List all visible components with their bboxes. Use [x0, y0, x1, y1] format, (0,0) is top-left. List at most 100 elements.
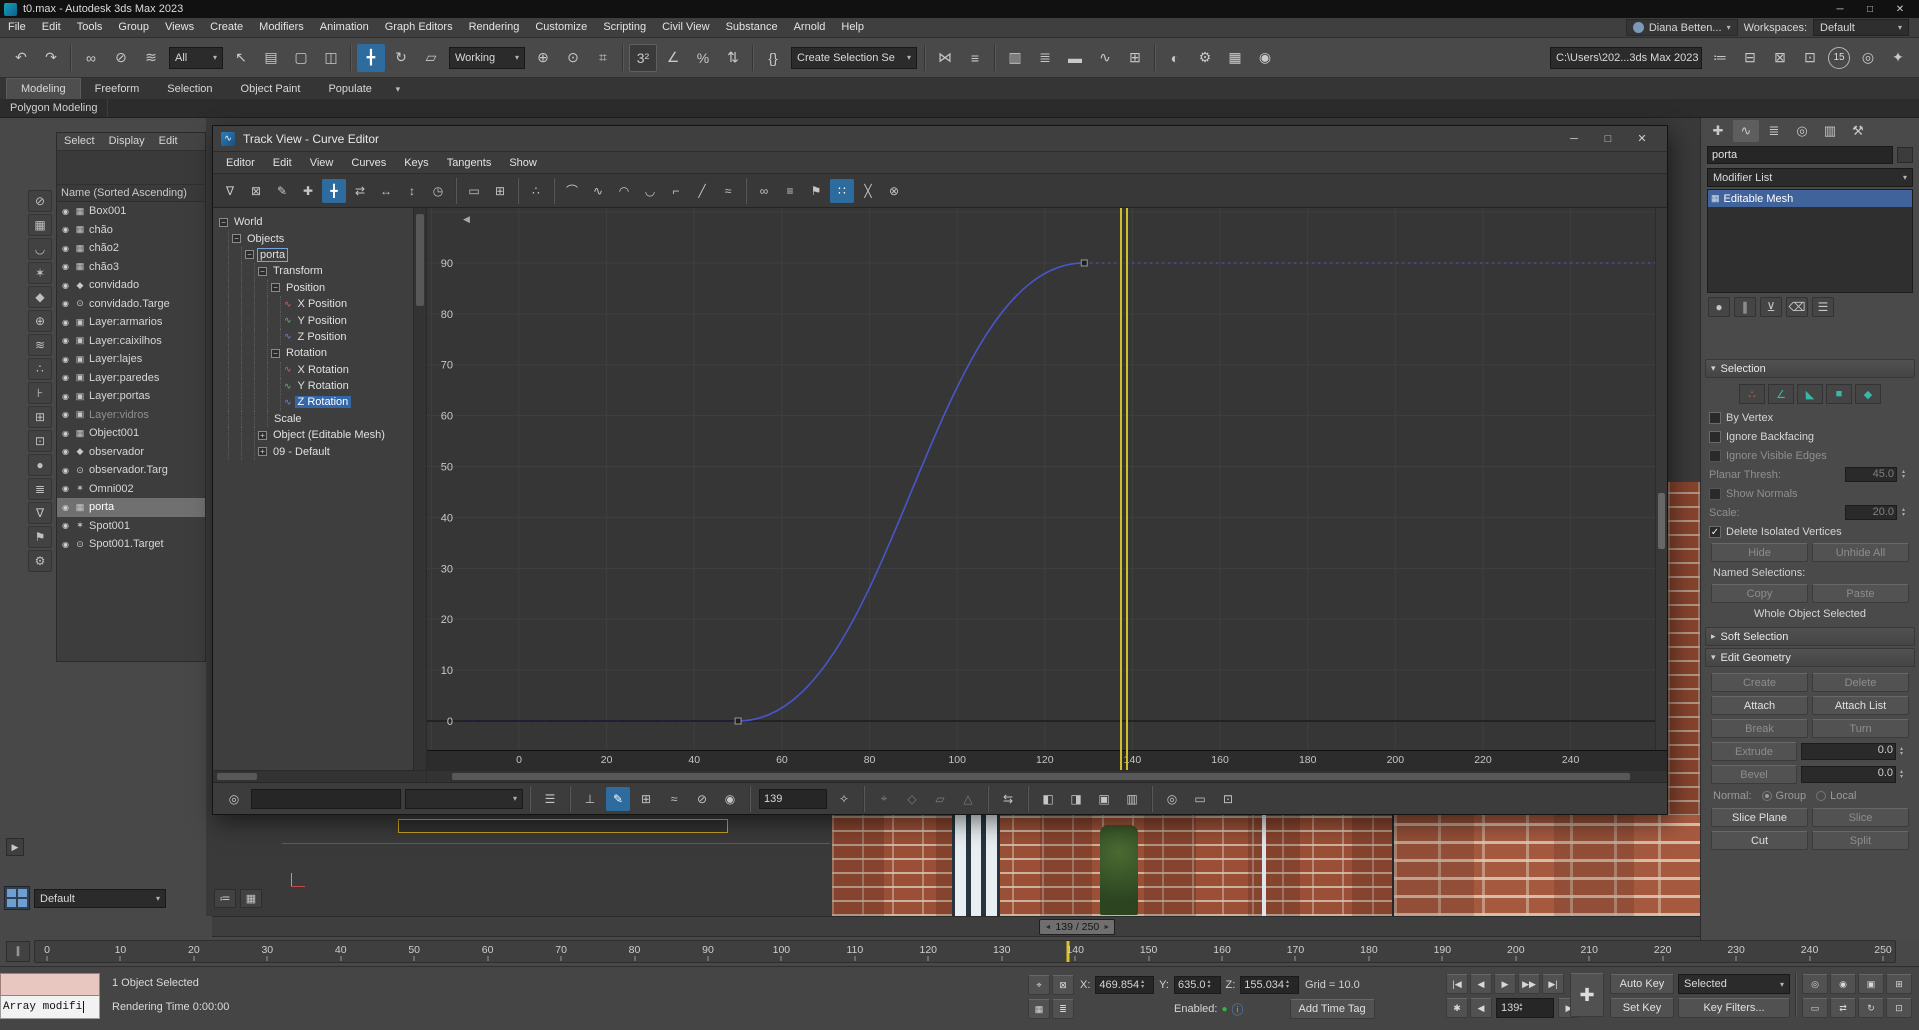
- ribbon-tab-populate[interactable]: Populate: [314, 79, 385, 99]
- set-key-button[interactable]: Set Key: [1610, 998, 1674, 1018]
- zoom-extents-all-button[interactable]: ⊞: [1886, 974, 1912, 994]
- toggle-ribbon-button[interactable]: ▬: [1061, 44, 1089, 72]
- scale-values-button[interactable]: ↕: [400, 179, 424, 203]
- track-hierarchy-panel[interactable]: −World−Objects−porta−Transform−Position∿…: [213, 208, 413, 770]
- tv-menu-view[interactable]: View: [301, 157, 343, 169]
- scene-object-row-observador[interactable]: ◉◆observador: [57, 443, 205, 462]
- select-and-scale-button[interactable]: ▱: [417, 44, 445, 72]
- maximize-viewport-toggle[interactable]: ⊡: [1886, 998, 1912, 1018]
- key-set-dropdown[interactable]: Selected ▾: [1678, 974, 1790, 994]
- motion-tab[interactable]: ◎: [1789, 120, 1815, 142]
- track-row-world[interactable]: −World: [213, 214, 413, 230]
- eye-icon[interactable]: ◉: [60, 373, 71, 382]
- eye-icon[interactable]: ◉: [60, 355, 71, 364]
- tree-expander[interactable]: −: [258, 267, 267, 276]
- spinner-scale[interactable]: 20.0: [1845, 505, 1897, 520]
- percent-snap-toggle[interactable]: %: [689, 44, 717, 72]
- eye-icon[interactable]: ◉: [60, 484, 71, 493]
- tv-menu-editor[interactable]: Editor: [217, 157, 264, 169]
- use-pivot-point-center-button[interactable]: ⊕: [529, 44, 557, 72]
- display-spacewarps-icon[interactable]: ≋: [28, 334, 52, 356]
- next-frame-button[interactable]: ▶▶: [1518, 974, 1540, 994]
- select-object-button[interactable]: ↖: [227, 44, 255, 72]
- workspace-dropdown[interactable]: Default ▾: [1813, 19, 1909, 36]
- filter-curves-button[interactable]: ∇: [218, 179, 242, 203]
- checkbox-delete-isolated-vertices[interactable]: ✓: [1709, 526, 1721, 538]
- time-slider-handle[interactable]: ◄ 139 / 250 ►: [1039, 919, 1115, 935]
- scene-object-row-layer-lajes[interactable]: ◉▣Layer:lajes: [57, 350, 205, 369]
- select-by-name-button[interactable]: ▤: [257, 44, 285, 72]
- bind-to-space-warp-button[interactable]: ≋: [137, 44, 165, 72]
- play-animation-button[interactable]: ▶: [1494, 974, 1516, 994]
- region-select-button[interactable]: ◇: [900, 787, 924, 811]
- display-shapes-icon[interactable]: ◡: [28, 238, 52, 260]
- viewport-bottom-strip[interactable]: [212, 815, 1700, 916]
- close-button[interactable]: ✕: [1625, 127, 1659, 151]
- pin-button[interactable]: [1897, 147, 1913, 163]
- open-mini-curve-editor-button[interactable]: ∥: [6, 941, 30, 962]
- eye-icon[interactable]: ◉: [60, 410, 71, 419]
- info-icon[interactable]: ⓘ: [1231, 1001, 1243, 1018]
- display-cameras-icon[interactable]: ◆: [28, 286, 52, 308]
- track-row-y-position[interactable]: ∿Y Position: [213, 312, 413, 328]
- key-mode-toggle[interactable]: ✱: [1446, 998, 1468, 1018]
- selection-lock-toggle[interactable]: ⊠: [1052, 975, 1074, 995]
- display-groups-icon[interactable]: ⊞: [28, 406, 52, 428]
- curve-graph-area[interactable]: 9080706050403020100 ◀: [427, 208, 1667, 750]
- viewport-camera[interactable]: [832, 815, 1392, 916]
- auto-key-button[interactable]: Auto Key: [1610, 974, 1674, 994]
- track-row-transform[interactable]: −Transform: [213, 263, 413, 279]
- rollout-soft-selection-header[interactable]: ▸ Soft Selection: [1705, 627, 1915, 646]
- slider-prev-icon[interactable]: ◄: [1044, 924, 1051, 931]
- slider-next-icon[interactable]: ►: [1103, 924, 1110, 931]
- menu-edit[interactable]: Edit: [34, 18, 69, 37]
- render-production-button[interactable]: ◉: [1251, 44, 1279, 72]
- mirror-button[interactable]: ⋈: [931, 44, 959, 72]
- rectangular-selection-region-button[interactable]: ▢: [287, 44, 315, 72]
- region-tool-button[interactable]: ⌖: [872, 787, 896, 811]
- schematic-view-button[interactable]: ⊞: [1121, 44, 1149, 72]
- button-turn[interactable]: Turn: [1812, 719, 1909, 738]
- curve-editor-button[interactable]: ∿: [1091, 44, 1119, 72]
- edge-mode-button[interactable]: ∠: [1768, 384, 1794, 404]
- scene-object-row-ch-o[interactable]: ◉▦chão: [57, 221, 205, 240]
- polygon-mode-button[interactable]: ■: [1826, 384, 1852, 404]
- draw-curves-button[interactable]: ✎: [270, 179, 294, 203]
- menu-tools[interactable]: Tools: [69, 18, 111, 37]
- eye-icon[interactable]: ◉: [60, 244, 71, 253]
- ribbon-tab-freeform[interactable]: Freeform: [81, 79, 154, 99]
- menu-substance[interactable]: Substance: [718, 18, 786, 37]
- display-materials-icon[interactable]: ●: [28, 454, 52, 476]
- selection-filter-dropdown[interactable]: All▾: [169, 47, 223, 69]
- eye-icon[interactable]: ◉: [60, 318, 71, 327]
- tree-expander[interactable]: −: [245, 250, 254, 259]
- scene-object-row-box001[interactable]: ◉▦Box001: [57, 202, 205, 221]
- key-filters-button[interactable]: Key Filters...: [1678, 998, 1790, 1018]
- lock-selection-toggle[interactable]: ⊠: [244, 179, 268, 203]
- graph-vscrollbar[interactable]: [1655, 208, 1667, 750]
- tree-expander[interactable]: −: [271, 349, 280, 358]
- eye-icon[interactable]: ◉: [60, 521, 71, 530]
- spinner-arrows[interactable]: ▴▾: [1208, 980, 1217, 990]
- zoom-horizontal-button[interactable]: ◧: [1036, 787, 1060, 811]
- explorer-display-button[interactable]: ▦: [240, 889, 262, 908]
- window-crossing-toggle[interactable]: ◫: [317, 44, 345, 72]
- zoom-values-button[interactable]: ◨: [1064, 787, 1088, 811]
- unlink-selection-button[interactable]: ⊘: [107, 44, 135, 72]
- user-account-dropdown[interactable]: Diana Betten... ▾: [1626, 19, 1738, 36]
- lock-time-toggle[interactable]: ⊥: [578, 787, 602, 811]
- explorer-menu-select[interactable]: Select: [57, 133, 102, 150]
- button-cut[interactable]: Cut: [1711, 831, 1808, 850]
- time-ruler[interactable]: 020406080100120140160180200220240: [427, 750, 1667, 770]
- modify-tab[interactable]: ∿: [1733, 120, 1759, 142]
- freeform-region-button[interactable]: ▭: [462, 179, 486, 203]
- scene-object-row-layer-vidros[interactable]: ◉▣Layer:vidros: [57, 406, 205, 425]
- show-end-result-button[interactable]: ∥: [1734, 297, 1756, 317]
- zoom-region-button[interactable]: ▭: [1188, 787, 1212, 811]
- menu-views[interactable]: Views: [157, 18, 202, 37]
- spinner-snap-toggle[interactable]: ⇅: [719, 44, 747, 72]
- tree-expander[interactable]: −: [232, 234, 241, 243]
- tangents-fast-button[interactable]: ◠: [612, 179, 636, 203]
- select-and-move-button[interactable]: ╋: [357, 44, 385, 72]
- explorer-menu-edit[interactable]: Edit: [152, 133, 185, 150]
